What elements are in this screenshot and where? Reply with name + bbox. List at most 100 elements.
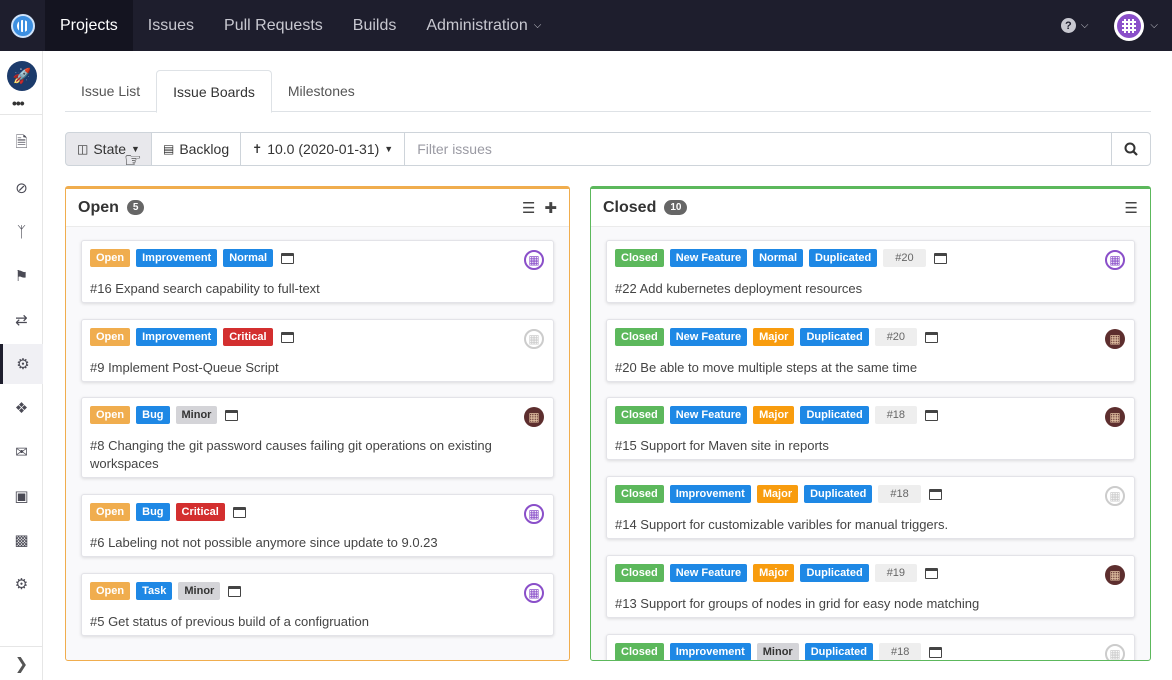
priority-badge: Normal	[753, 249, 804, 267]
priority-badge: Major	[753, 406, 795, 424]
sidebar-item-issues[interactable]: ⚙	[0, 344, 43, 384]
issue-card[interactable]: Open Bug Minor #8 Changing the git passw…	[81, 397, 554, 478]
search-button[interactable]	[1111, 132, 1151, 166]
issue-card[interactable]: Closed New Feature Major Duplicated #19 …	[606, 555, 1135, 618]
linked-issue-badge[interactable]: #18	[878, 485, 921, 503]
milestone-icon: ✝	[252, 142, 263, 156]
issue-title[interactable]: #14 Support for customizable varibles fo…	[615, 516, 1084, 534]
list-icon[interactable]: ☰	[1125, 199, 1138, 217]
window-icon[interactable]	[929, 646, 943, 658]
sidebar-item-files[interactable]: 🗎	[0, 124, 43, 164]
nav-administration-label: Administration	[426, 16, 528, 34]
window-icon[interactable]	[280, 331, 294, 343]
state-badge: Closed	[615, 564, 664, 582]
linked-issue-badge[interactable]: #20	[874, 328, 918, 346]
tab-issue-list[interactable]: Issue List	[65, 70, 156, 112]
window-icon[interactable]	[232, 506, 246, 518]
linked-issue-badge[interactable]: #18	[878, 643, 922, 660]
issue-card[interactable]: Closed New Feature Major Duplicated #20 …	[606, 319, 1135, 382]
state-badge: Closed	[615, 249, 664, 267]
window-icon[interactable]	[925, 409, 939, 421]
app-logo-icon[interactable]	[0, 0, 45, 51]
linked-issue-badge[interactable]: #18	[874, 406, 918, 424]
issue-title[interactable]: #22 Add kubernetes deployment resources	[615, 280, 1084, 298]
priority-badge: Minor	[756, 643, 799, 660]
assignee-avatar: ▦	[1105, 250, 1125, 270]
priority-badge: Critical	[223, 328, 273, 346]
issue-card[interactable]: Open Task Minor #5 Get status of previou…	[81, 573, 554, 636]
issue-card[interactable]: Closed Improvement Minor Duplicated #18 …	[606, 634, 1135, 660]
sidebar-item-discussions[interactable]: ✉	[0, 432, 43, 472]
issue-tabs: Issue List Issue Boards Milestones	[65, 70, 1151, 113]
help-menu[interactable]: ? ⌵	[1060, 18, 1088, 33]
issue-title[interactable]: #6 Labeling not not possible anymore sin…	[90, 534, 503, 552]
nav-pull-requests[interactable]: Pull Requests	[209, 0, 338, 51]
linked-issue-badge[interactable]: #19	[874, 564, 918, 582]
file-icon: 🗎	[15, 133, 28, 151]
sidebar-expand[interactable]: ❯	[0, 646, 43, 680]
nav-projects[interactable]: Projects	[45, 0, 133, 51]
issue-title[interactable]: #13 Support for groups of nodes in grid …	[615, 595, 1084, 613]
state-badge: Closed	[615, 406, 664, 424]
window-icon[interactable]	[225, 409, 239, 421]
nav-issues[interactable]: Issues	[133, 0, 209, 51]
issue-title[interactable]: #16 Expand search capability to full-tex…	[90, 280, 503, 298]
assignee-avatar: ▦	[1105, 486, 1125, 506]
link-badge: Duplicated	[804, 643, 873, 660]
closed-count-badge: 10	[664, 200, 688, 215]
window-icon[interactable]	[281, 252, 295, 264]
user-avatar[interactable]	[1114, 10, 1145, 41]
sidebar-item-statistics[interactable]: ▩	[0, 520, 43, 560]
type-badge: Improvement	[136, 328, 218, 346]
state-badge: Closed	[615, 328, 664, 346]
tab-issue-boards-label: Issue Boards	[173, 83, 255, 100]
nav-pull-requests-label: Pull Requests	[224, 16, 323, 34]
issue-title[interactable]: #8 Changing the git password causes fail…	[90, 437, 503, 473]
sidebar-item-branches[interactable]: ᛉ	[0, 212, 43, 252]
sidebar-item-pull-requests[interactable]: ⇄	[0, 300, 43, 340]
code-comment-icon: ▣	[14, 488, 29, 505]
columns-icon: ◫	[77, 142, 89, 156]
sidebar-item-settings[interactable]: ⚙	[0, 564, 43, 604]
sidebar-item-code-comments[interactable]: ▣	[0, 476, 43, 516]
issue-card[interactable]: Open Improvement Normal #16 Expand searc…	[81, 240, 554, 303]
more-icon[interactable]: •••	[12, 95, 25, 111]
window-icon[interactable]	[925, 331, 939, 343]
caret-down-icon: ▼	[384, 144, 394, 154]
issue-card[interactable]: Closed Improvement Major Duplicated #18 …	[606, 476, 1135, 539]
pull-request-icon: ⇄	[15, 312, 28, 329]
add-icon[interactable]: ✚	[544, 199, 557, 217]
priority-badge: Major	[756, 485, 799, 503]
issue-card[interactable]: Closed New Feature Normal Duplicated #20…	[606, 240, 1135, 303]
issue-title[interactable]: #9 Implement Post-Queue Script	[90, 359, 503, 377]
list-icon[interactable]: ☰	[522, 199, 535, 217]
window-icon[interactable]	[933, 252, 947, 264]
backlog-button[interactable]: ▤ Backlog	[150, 132, 242, 166]
window-icon[interactable]	[928, 488, 942, 500]
issue-title[interactable]: #15 Support for Maven site in reports	[615, 437, 1084, 455]
sidebar-item-commits[interactable]: ⊘	[0, 168, 43, 208]
linked-issue-badge[interactable]: #20	[883, 249, 926, 267]
closed-column-title: Closed	[603, 198, 657, 216]
sidebar-item-tags[interactable]: ⚑	[0, 256, 43, 296]
nav-administration[interactable]: Administration ⌵	[411, 0, 556, 51]
tab-issue-boards[interactable]: Issue Boards	[156, 70, 272, 113]
issue-title[interactable]: #5 Get status of previous build of a con…	[90, 613, 503, 631]
closed-column: Closed 10 ☰ Closed New Feature Normal Du…	[590, 186, 1151, 661]
comment-icon: ✉	[15, 444, 28, 461]
sidebar-item-builds[interactable]: ❖	[0, 388, 43, 428]
window-icon[interactable]	[228, 585, 242, 597]
tab-milestones[interactable]: Milestones	[272, 70, 371, 112]
issue-card[interactable]: Open Bug Critical #6 Labeling not not po…	[81, 494, 554, 557]
bug-icon: ⚙	[16, 356, 30, 373]
milestone-dropdown-button[interactable]: ✝ 10.0 (2020-01-31) ▼	[240, 132, 406, 166]
priority-badge: Major	[753, 328, 795, 346]
issue-card[interactable]: Closed New Feature Major Duplicated #18 …	[606, 397, 1135, 460]
filter-issues-input[interactable]	[404, 132, 1112, 166]
window-icon[interactable]	[925, 567, 939, 579]
issue-title[interactable]: #20 Be able to move multiple steps at th…	[615, 359, 1084, 377]
nav-builds[interactable]: Builds	[338, 0, 412, 51]
priority-badge: Critical	[175, 503, 225, 521]
project-avatar[interactable]: 🚀	[7, 61, 37, 91]
issue-card[interactable]: Open Improvement Critical #9 Implement P…	[81, 319, 554, 382]
